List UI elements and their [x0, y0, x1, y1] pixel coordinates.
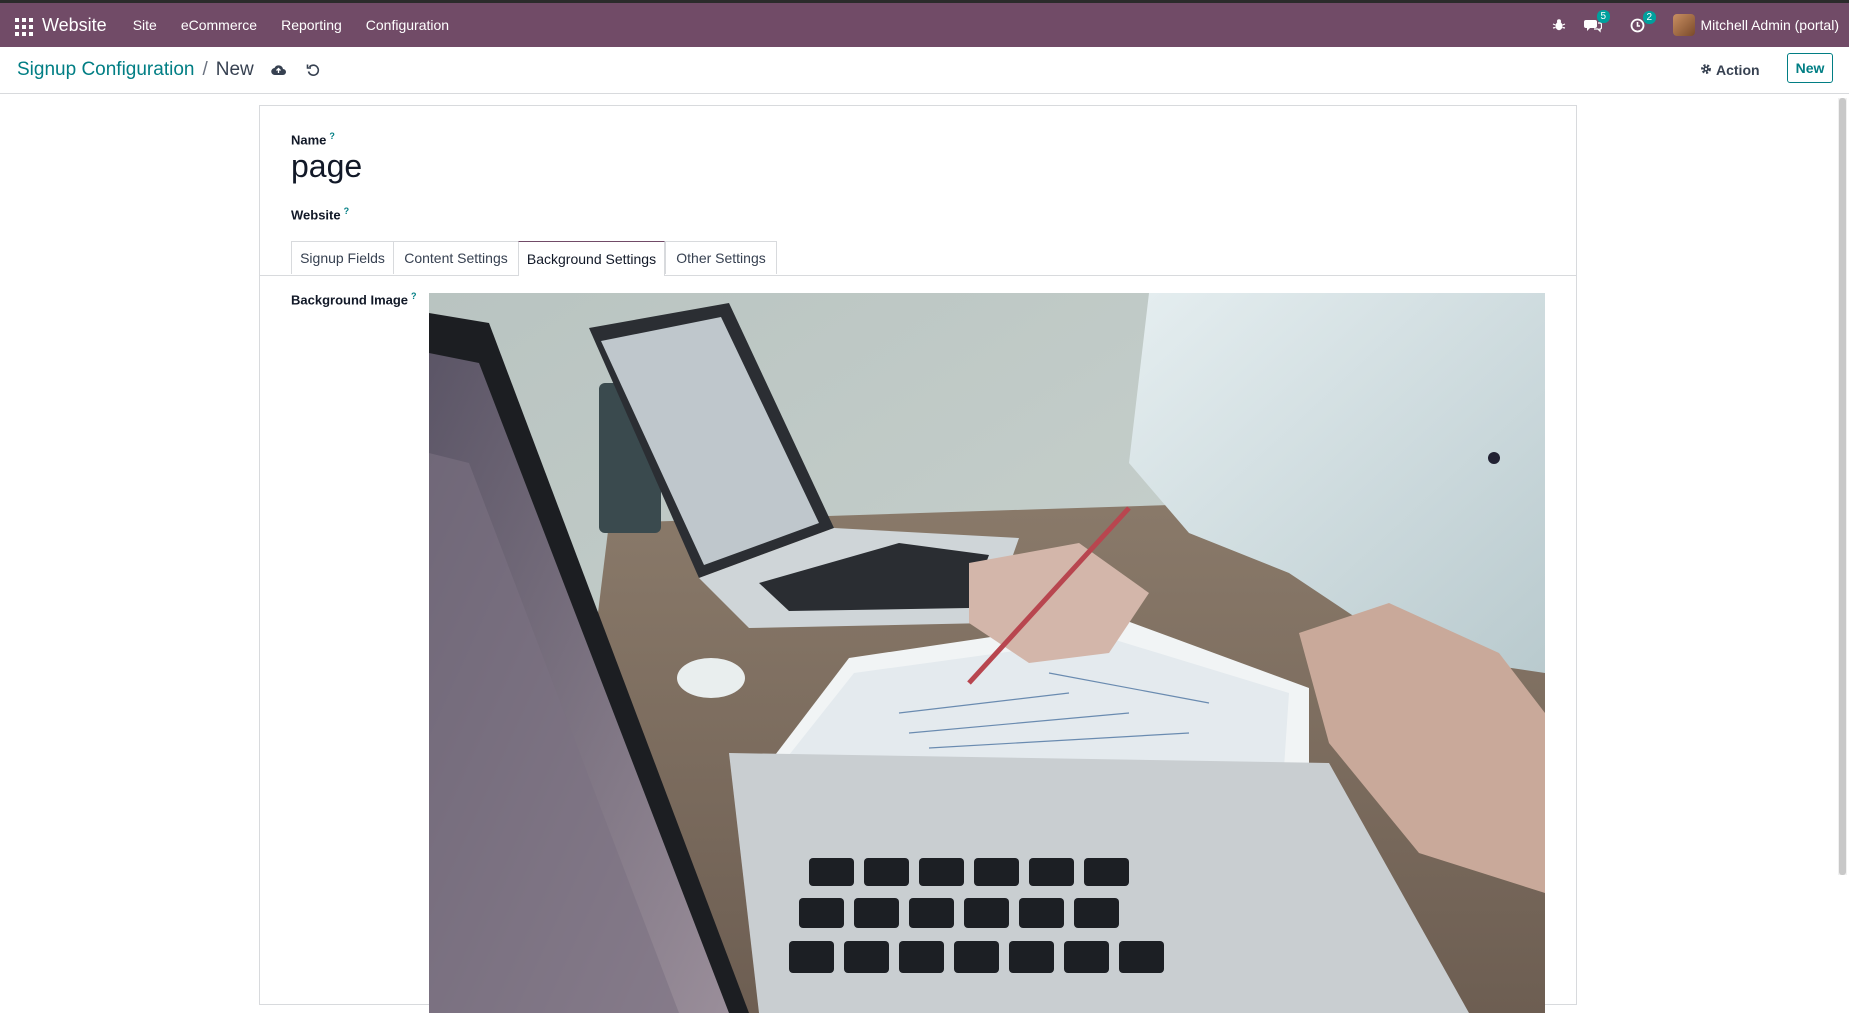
action-label: Action	[1716, 62, 1760, 78]
user-name: Mitchell Admin (portal)	[1700, 17, 1840, 33]
menu-configuration[interactable]: Configuration	[366, 17, 449, 33]
cloud-save-icon[interactable]	[270, 61, 288, 79]
chat-icon[interactable]: 5	[1583, 10, 1611, 33]
form-view: Name? page Website? Signup Fields Conten…	[0, 94, 1849, 1013]
apps-grid-icon[interactable]	[12, 15, 33, 36]
name-label-text: Name	[291, 132, 327, 148]
background-help-tooltip[interactable]: ?	[411, 291, 417, 301]
clock-icon[interactable]: 2	[1630, 10, 1657, 33]
control-panel: Signup Configuration / New Action New	[0, 47, 1849, 94]
user-menu[interactable]: Mitchell Admin (portal)	[1672, 14, 1840, 36]
background-photo	[429, 293, 1545, 1013]
name-input[interactable]: page	[291, 148, 362, 185]
background-label-text: Background Image	[291, 292, 409, 308]
breadcrumb: Signup Configuration / New	[17, 59, 322, 81]
avatar	[1672, 14, 1695, 36]
menu-site[interactable]: Site	[133, 17, 157, 33]
breadcrumb-current: New	[215, 59, 254, 80]
menu-reporting[interactable]: Reporting	[281, 17, 342, 33]
navbar-systray: 5 2 Mitchell Admin (portal)	[1552, 3, 1840, 47]
website-field-label: Website?	[291, 206, 349, 222]
background-image[interactable]	[429, 293, 1545, 1013]
name-field-label: Name?	[291, 131, 335, 147]
tab-signup-fields[interactable]: Signup Fields	[291, 241, 394, 274]
tab-other-settings[interactable]: Other Settings	[665, 241, 777, 274]
top-navbar: Website Site eCommerce Reporting Configu…	[0, 3, 1849, 47]
background-image-label: Background Image?	[291, 291, 417, 307]
breadcrumb-separator: /	[202, 59, 208, 80]
app-brand[interactable]: Website	[42, 15, 107, 36]
form-sheet: Name? page Website? Signup Fields Conten…	[259, 105, 1577, 1013]
vertical-scrollbar[interactable]	[1838, 98, 1847, 875]
messages-badge: 5	[1596, 10, 1611, 23]
name-help-tooltip[interactable]: ?	[329, 131, 335, 141]
discard-icon[interactable]	[304, 61, 322, 79]
breadcrumb-parent[interactable]: Signup Configuration	[17, 59, 194, 81]
scrollbar-thumb[interactable]	[1839, 98, 1846, 875]
menu-ecommerce[interactable]: eCommerce	[181, 17, 257, 33]
bug-icon[interactable]	[1552, 18, 1566, 32]
new-button[interactable]: New	[1787, 53, 1833, 83]
website-label-text: Website	[291, 207, 341, 223]
form-tabs: Signup Fields Content Settings Backgroun…	[260, 237, 1576, 276]
website-help-tooltip[interactable]: ?	[344, 206, 350, 216]
action-button[interactable]: Action	[1700, 57, 1760, 83]
activities-badge: 2	[1642, 10, 1657, 24]
tab-content-settings[interactable]: Content Settings	[393, 241, 519, 274]
tab-background-settings[interactable]: Background Settings	[518, 241, 665, 276]
gear-icon	[1700, 62, 1712, 78]
